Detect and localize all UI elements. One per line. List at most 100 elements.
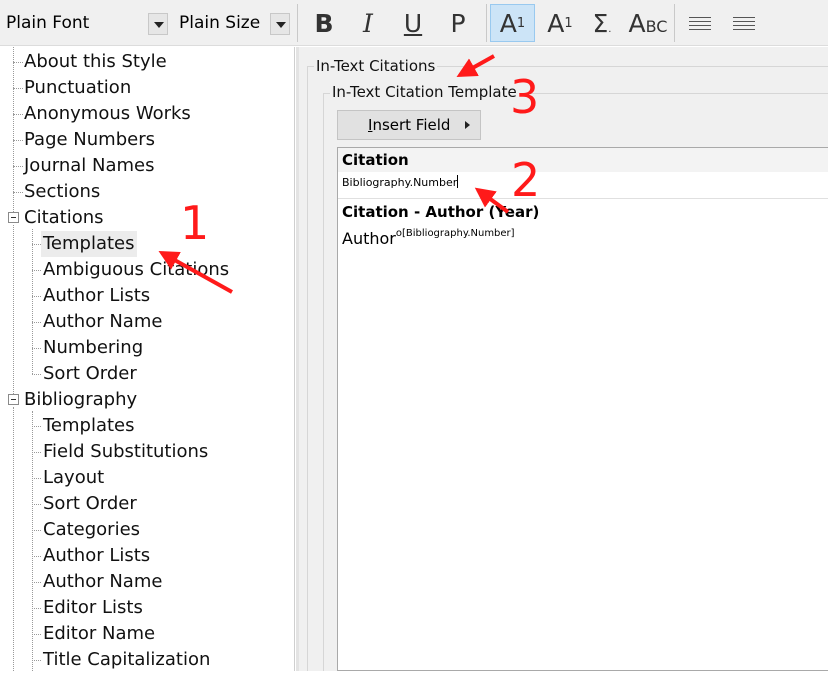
tree-item-citation-author-name[interactable]: Author Name [43,309,162,335]
tree-item-categories[interactable]: Categories [43,517,140,543]
superscript-button[interactable]: A1 [490,4,535,42]
superscript-base: A [499,8,517,38]
tree-line [32,411,33,671]
small-caps-button[interactable]: A BC [626,4,670,42]
tree-line [32,582,41,583]
tree-line [13,225,14,394]
tree-line [32,374,41,375]
tree-line [32,322,41,323]
text-caret [457,175,459,188]
align-center-button[interactable] [724,4,764,42]
in-text-citations-title: In-Text Citations [314,57,438,75]
annotation-marker-1: 1 [180,196,210,250]
small-caps-a: A [628,8,646,38]
size-dropdown-button[interactable] [270,13,290,35]
align-left-icon [689,14,711,33]
tree-line [32,634,41,635]
tree-item-bibliography-author-name[interactable]: Author Name [43,569,162,595]
tree-item-title-capitalization[interactable]: Title Capitalization [43,647,210,673]
underline-button[interactable]: U [393,4,433,42]
plain-button[interactable]: P [438,4,478,42]
tree-item-sections[interactable]: Sections [24,179,100,205]
toolbar-separator [674,4,675,42]
citation-template-text[interactable]: Bibliography.Number [342,175,459,189]
tree-line [32,556,41,557]
tree-line [32,244,41,245]
tree-item-punctuation[interactable]: Punctuation [24,75,131,101]
tree-item-journal-names[interactable]: Journal Names [24,153,154,179]
subscript-mark: 1 [564,15,573,31]
annotation-marker-2: 2 [511,153,541,207]
citation-header [338,148,828,172]
bold-button[interactable]: B [304,4,344,42]
symbol-button[interactable]: Σ. [582,4,622,42]
collapse-citations-icon[interactable] [8,212,19,223]
tree-line [32,660,41,661]
tree-item-editor-lists[interactable]: Editor Lists [43,595,143,621]
tree-item-anonymous-works[interactable]: Anonymous Works [24,101,191,127]
tree-line [13,47,14,216]
insert-field-button[interactable]: Insert Field [337,110,481,140]
insert-field-label: nsert Field [372,116,451,134]
tree-line [32,296,41,297]
citation-template-value: Bibliography.Number [342,176,458,189]
tree-line [32,530,41,531]
toolbar-separator [297,4,298,42]
tree-item-bibliography[interactable]: Bibliography [24,387,137,413]
dot-icon: . [608,24,612,35]
tree-line [32,270,41,271]
tree-item-layout[interactable]: Layout [43,465,104,491]
tree-line [13,140,23,141]
size-select-value[interactable]: Plain Size [179,13,260,33]
tree-item-citation-sort-order[interactable]: Sort Order [43,361,137,387]
sigma-icon: Σ [592,8,609,38]
tree-line [32,348,41,349]
tree-line [13,88,23,89]
tree-line [13,62,23,63]
tree-line [32,504,41,505]
tree-line [13,407,14,671]
tree-line [13,192,23,193]
tree-line [32,426,41,427]
superscript-mark: 1 [516,15,526,31]
author-text: Author [342,229,396,248]
font-select-value[interactable]: Plain Font [6,13,89,33]
toolbar-separator [486,4,487,42]
font-dropdown-button[interactable] [148,13,168,35]
align-center-icon [733,14,755,33]
tree-item-bibliography-author-lists[interactable]: Author Lists [43,543,150,569]
tree-item-bibliography-sort-order[interactable]: Sort Order [43,491,137,517]
tree-item-ambiguous-citations[interactable]: Ambiguous Citations [43,257,229,283]
style-tree: About this Style Punctuation Anonymous W… [0,47,295,671]
annotation-marker-3: 3 [510,70,540,124]
tree-item-citation-author-lists[interactable]: Author Lists [43,283,150,309]
tree-item-editor-name[interactable]: Editor Name [43,621,155,647]
align-left-button[interactable] [680,4,720,42]
tree-item-citation-templates[interactable]: Templates [41,231,137,257]
author-year-template-text[interactable]: Authoro[Bibliography.Number] [342,228,515,248]
subscript-button[interactable]: A1 [540,4,580,42]
tree-item-numbering[interactable]: Numbering [43,335,143,361]
author-year-label: Citation - Author (Year) [342,203,540,221]
subscript-base: A [547,8,565,38]
author-superscript-field: o[Bibliography.Number] [395,228,515,239]
tree-item-bibliography-templates[interactable]: Templates [43,413,135,439]
tree-line [32,608,41,609]
italic-button[interactable]: I [348,4,388,42]
tree-item-citations[interactable]: Citations [24,205,104,231]
citation-label: Citation [342,151,409,169]
menu-arrow-icon [465,121,470,129]
editor-divider [338,198,828,199]
tree-item-page-numbers[interactable]: Page Numbers [24,127,155,153]
tree-item-about-style[interactable]: About this Style [24,49,167,75]
tree-item-field-substitutions[interactable]: Field Substitutions [43,439,208,465]
template-editor[interactable]: Citation Bibliography.Number Citation - … [337,147,828,671]
template-group-title: In-Text Citation Template [330,83,519,101]
small-caps-rest: BC [645,17,668,36]
formatting-toolbar: Plain Font Plain Size B I U P A1 A1 Σ. A… [0,0,828,46]
tree-line [32,229,33,374]
tree-line [13,166,23,167]
tree-line [32,478,41,479]
collapse-bibliography-icon[interactable] [8,394,19,405]
template-panel: In-Text Citations In-Text Citation Templ… [299,47,828,671]
